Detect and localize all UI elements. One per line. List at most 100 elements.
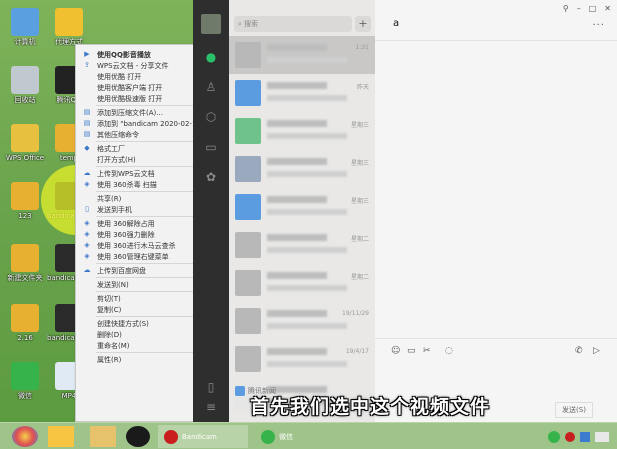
- chat-time: 星期二: [350, 274, 369, 281]
- blurred-message: [267, 285, 347, 291]
- blurred-name: [267, 234, 327, 241]
- add-button[interactable]: +: [355, 16, 371, 32]
- shield-icon: ◈: [84, 230, 90, 238]
- blank-icon: [82, 330, 92, 339]
- blank-icon: [82, 319, 92, 328]
- chat-time: 星期二: [350, 236, 369, 243]
- youku-taskbar-icon[interactable]: [48, 426, 74, 447]
- shield-icon: ◈: [84, 241, 90, 249]
- archive-icon: ▤: [83, 130, 91, 138]
- chat-list-item[interactable]: 星期三: [229, 112, 375, 150]
- blurred-message: [267, 247, 347, 253]
- cloud-icon: ☁: [83, 266, 91, 274]
- blank-icon: [82, 94, 92, 103]
- menu-icon[interactable]: ≡: [204, 400, 218, 414]
- tray-wechat-icon[interactable]: [548, 431, 560, 443]
- chat-list-item[interactable]: 19/11/29: [229, 302, 375, 340]
- desktop-icon[interactable]: WPS Office: [3, 124, 47, 162]
- explorer-taskbar-icon[interactable]: [90, 426, 116, 447]
- tray-keyboard-icon[interactable]: [595, 432, 609, 442]
- divider: [375, 40, 617, 41]
- avatar: [235, 346, 261, 372]
- chat-list-item[interactable]: 星期二: [229, 226, 375, 264]
- taskbar-wechat[interactable]: 微信: [255, 425, 345, 448]
- chat-list-item[interactable]: 星期二: [229, 264, 375, 302]
- menu-item-label: 使用 360管理右键菜单: [97, 252, 169, 261]
- share-icon: ⇪: [84, 61, 90, 69]
- video-call-icon[interactable]: ▷: [593, 346, 600, 356]
- emoji-icon[interactable]: ☺: [391, 346, 400, 356]
- menu-item-label: 其他压缩命令: [97, 130, 139, 139]
- blurred-message: [267, 323, 347, 329]
- contacts-icon[interactable]: ♙: [204, 80, 218, 94]
- taskbar: Bandicam 微信: [0, 422, 617, 449]
- search-input[interactable]: ⌕ 搜索: [234, 16, 352, 32]
- desktop-icon[interactable]: 代理方式: [47, 8, 91, 46]
- taskbar-bandicam[interactable]: Bandicam: [158, 425, 248, 448]
- avatar: [235, 194, 261, 220]
- menu-item-label: 添加到压缩文件(A)...: [97, 108, 163, 117]
- desktop-icon-label: 计算机: [14, 38, 36, 46]
- menu-item-label: 使用 360解除占用: [97, 219, 155, 228]
- chat-list: ⌕ 搜索 + 1:31 昨天 星期三 星期三 星期三 星期二 星期二 19/11/29 19/4…: [229, 0, 375, 422]
- send-button[interactable]: 发送(S): [555, 402, 593, 418]
- close-icon[interactable]: ✕: [604, 4, 611, 13]
- avatar: [235, 42, 261, 68]
- blank-icon: [82, 155, 92, 164]
- chat-title: a: [393, 18, 400, 29]
- phone-icon[interactable]: ▯: [204, 380, 218, 394]
- avatar: [235, 80, 261, 106]
- chat-list-item[interactable]: 1:31: [229, 36, 375, 74]
- voice-call-icon[interactable]: ✆: [575, 346, 583, 356]
- menu-item-label: 使用 360进行木马云查杀: [97, 241, 176, 250]
- avatar[interactable]: [201, 14, 221, 34]
- cloud-icon: ☁: [83, 169, 91, 177]
- format-factory-icon: ◆: [84, 144, 90, 152]
- tray-network-icon[interactable]: [580, 432, 590, 442]
- avatar: [235, 232, 261, 258]
- desktop-icon[interactable]: 计算机: [3, 8, 47, 46]
- avatar: [235, 308, 261, 334]
- folder-icon[interactable]: ▭: [204, 140, 218, 154]
- chat-list-item[interactable]: 星期三: [229, 150, 375, 188]
- chat-list-item[interactable]: 星期三: [229, 188, 375, 226]
- taskbar-app-label: Bandicam: [182, 432, 217, 441]
- shield-icon: ◈: [84, 219, 90, 227]
- chat-history-icon[interactable]: ◌: [445, 346, 453, 356]
- pin-icon[interactable]: ⚲: [563, 4, 569, 13]
- maximize-icon[interactable]: □: [589, 4, 597, 13]
- menu-item-label: 复制(C): [97, 305, 122, 314]
- bandicam-record-icon[interactable]: [126, 426, 150, 447]
- blank-icon: [82, 355, 92, 364]
- menu-item-label: 使用优酷极速版 打开: [97, 94, 163, 103]
- blurred-name: [267, 272, 327, 279]
- desktop-icon-label: 2.16: [17, 334, 33, 342]
- chat-icon[interactable]: ●: [204, 50, 218, 64]
- file-icon[interactable]: ▭: [407, 346, 416, 356]
- desktop-icon[interactable]: 微信: [3, 362, 47, 400]
- blurred-name: [267, 44, 327, 51]
- archive-icon: ▤: [83, 119, 91, 127]
- screenshot-icon[interactable]: ✂: [423, 346, 431, 356]
- shield-icon: ◈: [84, 180, 90, 188]
- more-options-icon[interactable]: ···: [592, 20, 605, 31]
- moments-icon[interactable]: ✿: [204, 170, 218, 184]
- avatar: [235, 118, 261, 144]
- menu-item-label: 使用 360强力删除: [97, 230, 155, 239]
- avatar: [235, 156, 261, 182]
- tray-record-icon[interactable]: [565, 432, 575, 442]
- blurred-name: [267, 120, 327, 127]
- favorites-icon[interactable]: ⬡: [204, 110, 218, 124]
- desktop-icon[interactable]: 2.16: [3, 304, 47, 342]
- blurred-name: [267, 310, 327, 317]
- file-icon: [11, 66, 39, 94]
- chat-list-item[interactable]: 昨天: [229, 74, 375, 112]
- desktop-icon[interactable]: 回收站: [3, 66, 47, 104]
- desktop-icon[interactable]: 新建文件夹: [3, 244, 47, 282]
- minimize-icon[interactable]: –: [577, 4, 581, 13]
- menu-item-label: 属性(R): [97, 355, 122, 364]
- start-button[interactable]: [12, 426, 38, 447]
- chat-list-item[interactable]: 19/4/17: [229, 340, 375, 378]
- file-icon: [11, 244, 39, 272]
- wechat-window: ● ♙ ⬡ ▭ ✿ ▯ ≡ ⌕ 搜索 + 1:31 昨天 星期三 星期三 星期三 星期二星…: [193, 0, 617, 422]
